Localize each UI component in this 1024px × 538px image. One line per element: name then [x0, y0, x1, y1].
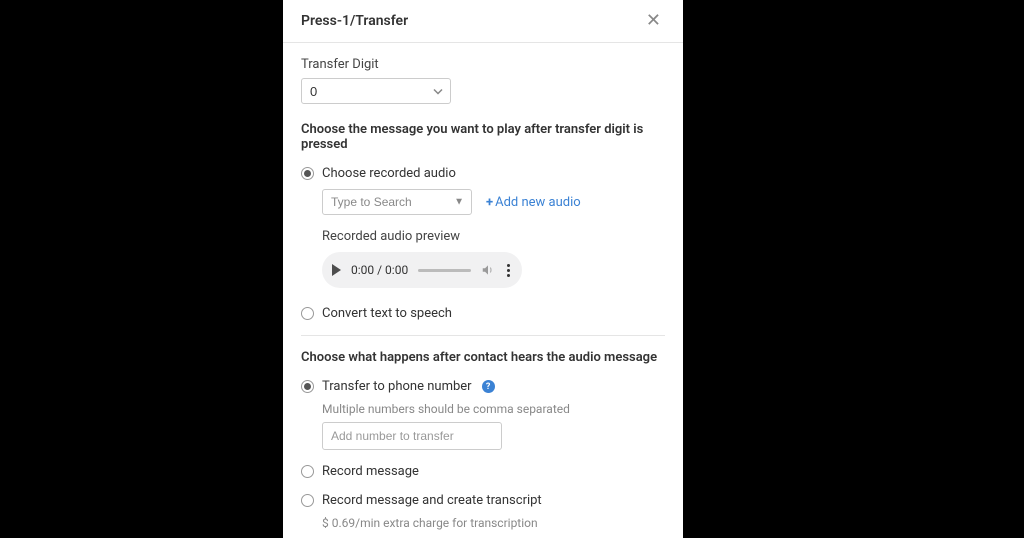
transfer-phone-label: Transfer to phone number	[322, 379, 472, 394]
press1-transfer-modal: Press-1/Transfer ✕ Transfer Digit Choose…	[283, 0, 683, 538]
radio-icon	[301, 307, 314, 320]
choose-recorded-label: Choose recorded audio	[322, 166, 456, 181]
radio-record-transcript[interactable]: Record message and create transcript	[301, 493, 665, 508]
radio-record-message[interactable]: Record message	[301, 464, 665, 479]
play-icon[interactable]	[332, 264, 341, 276]
convert-tts-label: Convert text to speech	[322, 306, 452, 321]
modal-body: Transfer Digit Choose the message you wa…	[283, 43, 683, 538]
audio-time-display: 0:00 / 0:00	[351, 263, 408, 277]
radio-icon	[301, 167, 314, 180]
add-new-audio-text: Add new audio	[495, 195, 581, 210]
section-divider	[301, 335, 665, 336]
record-transcript-helper: $ 0.69/min extra charge for transcriptio…	[322, 516, 665, 530]
audio-progress-bar[interactable]	[418, 269, 471, 272]
more-icon[interactable]	[505, 264, 512, 277]
record-message-label: Record message	[322, 464, 419, 479]
radio-icon	[301, 380, 314, 393]
transfer-digit-label: Transfer Digit	[301, 57, 665, 72]
radio-choose-recorded[interactable]: Choose recorded audio	[301, 166, 665, 181]
section-action-heading: Choose what happens after contact hears …	[301, 350, 665, 365]
radio-convert-tts[interactable]: Convert text to speech	[301, 306, 665, 321]
radio-icon	[301, 494, 314, 507]
modal-title: Press-1/Transfer	[301, 13, 408, 29]
add-new-audio-link[interactable]: + Add new audio	[486, 195, 581, 210]
audio-search-input[interactable]	[322, 189, 472, 215]
volume-icon[interactable]	[481, 263, 495, 277]
transfer-digit-value[interactable]	[301, 78, 451, 104]
close-icon[interactable]: ✕	[642, 12, 665, 30]
transfer-digit-select[interactable]	[301, 78, 451, 104]
caret-down-icon: ▼	[454, 197, 464, 208]
audio-player[interactable]: 0:00 / 0:00	[322, 252, 522, 288]
recorded-preview-label: Recorded audio preview	[322, 229, 665, 244]
audio-search-select[interactable]: ▼	[322, 189, 472, 215]
transfer-phone-helper: Multiple numbers should be comma separat…	[322, 402, 665, 416]
help-icon[interactable]: ?	[482, 380, 495, 393]
radio-icon	[301, 465, 314, 478]
modal-header: Press-1/Transfer ✕	[283, 0, 683, 43]
transfer-number-input[interactable]	[322, 422, 502, 450]
radio-transfer-phone[interactable]: Transfer to phone number ?	[301, 379, 665, 394]
section-message-heading: Choose the message you want to play afte…	[301, 122, 665, 152]
record-transcript-label: Record message and create transcript	[322, 493, 542, 508]
plus-icon: +	[486, 195, 493, 210]
